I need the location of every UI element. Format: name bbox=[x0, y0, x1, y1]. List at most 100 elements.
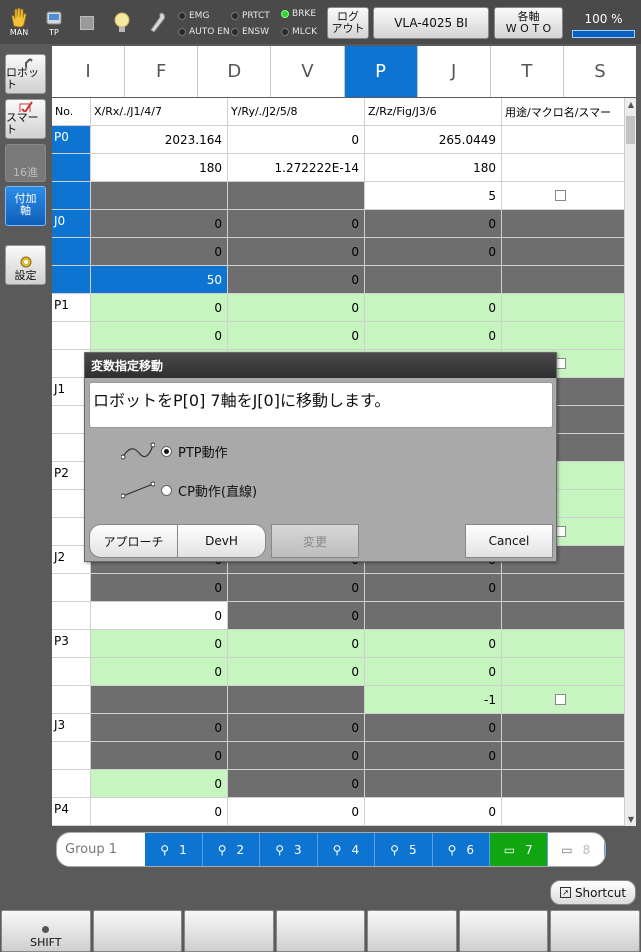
ptp-option[interactable]: PTP動作 bbox=[121, 441, 228, 461]
function-key-1[interactable] bbox=[92, 910, 183, 952]
y-value[interactable]: 0 bbox=[228, 574, 365, 601]
tab-s[interactable]: S bbox=[563, 46, 636, 97]
y-value[interactable]: 0 bbox=[228, 210, 365, 237]
table-row[interactable]: 00 bbox=[52, 602, 624, 630]
group-axis-8-button[interactable]: ▭ 8 bbox=[547, 833, 605, 866]
robot-model-button[interactable]: VLA-4025 BI bbox=[373, 7, 489, 39]
y-value[interactable]: 0 bbox=[228, 798, 365, 825]
tab-v[interactable]: V bbox=[271, 46, 345, 97]
z-value[interactable]: 0 bbox=[365, 742, 502, 769]
group-label[interactable]: Group 1 bbox=[57, 833, 145, 866]
table-row[interactable]: 50 0 bbox=[52, 266, 624, 294]
table-row[interactable]: 000 bbox=[52, 742, 624, 770]
approach-button[interactable]: アプローチ bbox=[89, 524, 178, 558]
logout-button[interactable]: ログ アウト bbox=[327, 7, 369, 39]
z-value[interactable] bbox=[365, 602, 502, 629]
y-value[interactable]: 0 bbox=[228, 770, 365, 797]
table-row[interactable]: 000 bbox=[52, 238, 624, 266]
devh-button[interactable]: DevH bbox=[177, 524, 266, 558]
usage-cell[interactable] bbox=[502, 182, 624, 209]
table-row[interactable]: P1 0 0 0 bbox=[52, 294, 624, 322]
z-value[interactable]: 0 bbox=[365, 714, 502, 741]
ptp-radio[interactable] bbox=[161, 445, 172, 457]
x-value[interactable]: 0 bbox=[91, 742, 228, 769]
x-value[interactable]: 50 bbox=[91, 266, 228, 293]
usage-cell[interactable] bbox=[502, 630, 624, 657]
table-row[interactable]: P0 2023.164 0 265.0449 bbox=[52, 126, 624, 154]
stop-icon[interactable] bbox=[80, 16, 94, 30]
usage-cell[interactable] bbox=[502, 658, 624, 685]
z-value[interactable]: 0 bbox=[365, 322, 502, 349]
x-value[interactable]: 180 bbox=[91, 154, 228, 181]
smart-button[interactable]: スマート bbox=[5, 99, 46, 139]
z-value[interactable]: 0 bbox=[365, 798, 502, 825]
usage-cell[interactable] bbox=[502, 322, 624, 349]
shortcut-button[interactable]: ↗ Shortcut bbox=[550, 880, 636, 905]
axis-mode-button[interactable]: 各軸 W O T O bbox=[494, 7, 563, 39]
table-row[interactable]: J3 0 0 0 bbox=[52, 714, 624, 742]
x-value[interactable] bbox=[91, 182, 228, 209]
x-value[interactable]: 0 bbox=[91, 602, 228, 629]
table-row[interactable]: 000 bbox=[52, 574, 624, 602]
x-value[interactable]: 0 bbox=[91, 210, 228, 237]
usage-cell[interactable] bbox=[502, 210, 624, 237]
z-value[interactable]: 0 bbox=[365, 574, 502, 601]
tab-t[interactable]: T bbox=[490, 46, 564, 97]
group-axis-2-button[interactable]: ⚲ 2 bbox=[202, 833, 261, 866]
hex-toggle-button[interactable]: 16進 bbox=[5, 144, 46, 182]
y-value[interactable]: 0 bbox=[228, 602, 365, 629]
usage-cell[interactable] bbox=[502, 798, 624, 825]
tab-j[interactable]: J bbox=[417, 46, 491, 97]
x-value[interactable]: 0 bbox=[91, 630, 228, 657]
table-row[interactable]: -1 bbox=[52, 686, 624, 714]
x-value[interactable]: 0 bbox=[91, 322, 228, 349]
y-value[interactable]: 0 bbox=[228, 742, 365, 769]
tab-p[interactable]: P bbox=[344, 46, 418, 97]
z-value[interactable]: 0 bbox=[365, 210, 502, 237]
cancel-button[interactable]: Cancel bbox=[465, 524, 553, 558]
y-value[interactable]: 0 bbox=[228, 630, 365, 657]
tab-i[interactable]: I bbox=[52, 46, 126, 97]
shift-key[interactable]: SHIFT bbox=[1, 910, 91, 952]
usage-cell[interactable] bbox=[502, 742, 624, 769]
tp-indicator[interactable]: TP bbox=[44, 6, 64, 37]
usage-checkbox[interactable] bbox=[555, 190, 566, 201]
settings-button[interactable]: 設定 bbox=[5, 245, 46, 285]
function-key-3[interactable] bbox=[275, 910, 366, 952]
z-value[interactable]: 265.0449 bbox=[365, 126, 502, 153]
usage-cell[interactable] bbox=[502, 714, 624, 741]
table-row[interactable]: 5 bbox=[52, 182, 624, 210]
wrench-icon[interactable] bbox=[148, 10, 168, 36]
z-value[interactable]: 5 bbox=[365, 182, 502, 209]
function-key-6[interactable] bbox=[550, 910, 641, 952]
speed-override-bar[interactable] bbox=[572, 30, 635, 38]
y-value[interactable] bbox=[228, 686, 365, 713]
z-value[interactable]: 0 bbox=[365, 630, 502, 657]
z-value[interactable]: -1 bbox=[365, 686, 502, 713]
z-value[interactable]: 0 bbox=[365, 238, 502, 265]
usage-cell[interactable] bbox=[502, 266, 624, 293]
speed-override-value[interactable]: 100 % bbox=[572, 12, 635, 26]
y-value[interactable]: 1.272222E-14 bbox=[228, 154, 365, 181]
x-value[interactable]: 0 bbox=[91, 798, 228, 825]
z-value[interactable]: 0 bbox=[365, 658, 502, 685]
z-value[interactable] bbox=[365, 770, 502, 797]
x-value[interactable]: 0 bbox=[91, 574, 228, 601]
function-key-5[interactable] bbox=[458, 910, 549, 952]
table-scrollbar[interactable]: ▲ ▼ bbox=[624, 98, 636, 826]
y-value[interactable]: 0 bbox=[228, 658, 365, 685]
table-row[interactable]: 000 bbox=[52, 658, 624, 686]
ext-axis-button[interactable]: 付加 軸 bbox=[5, 186, 46, 226]
y-value[interactable]: 0 bbox=[228, 294, 365, 321]
group-axis-1-button[interactable]: ⚲ 1 bbox=[145, 833, 203, 866]
table-row[interactable]: J0 0 0 0 bbox=[52, 210, 624, 238]
z-value[interactable]: 180 bbox=[365, 154, 502, 181]
group-axis-6-button[interactable]: ⚲ 6 bbox=[432, 833, 491, 866]
usage-cell[interactable] bbox=[502, 574, 624, 601]
x-value[interactable]: 0 bbox=[91, 294, 228, 321]
x-value[interactable] bbox=[91, 686, 228, 713]
scroll-down-icon[interactable]: ▼ bbox=[625, 815, 637, 824]
table-row[interactable]: P3 0 0 0 bbox=[52, 630, 624, 658]
group-axis-5-button[interactable]: ⚲ 5 bbox=[375, 833, 433, 866]
usage-cell[interactable] bbox=[502, 238, 624, 265]
